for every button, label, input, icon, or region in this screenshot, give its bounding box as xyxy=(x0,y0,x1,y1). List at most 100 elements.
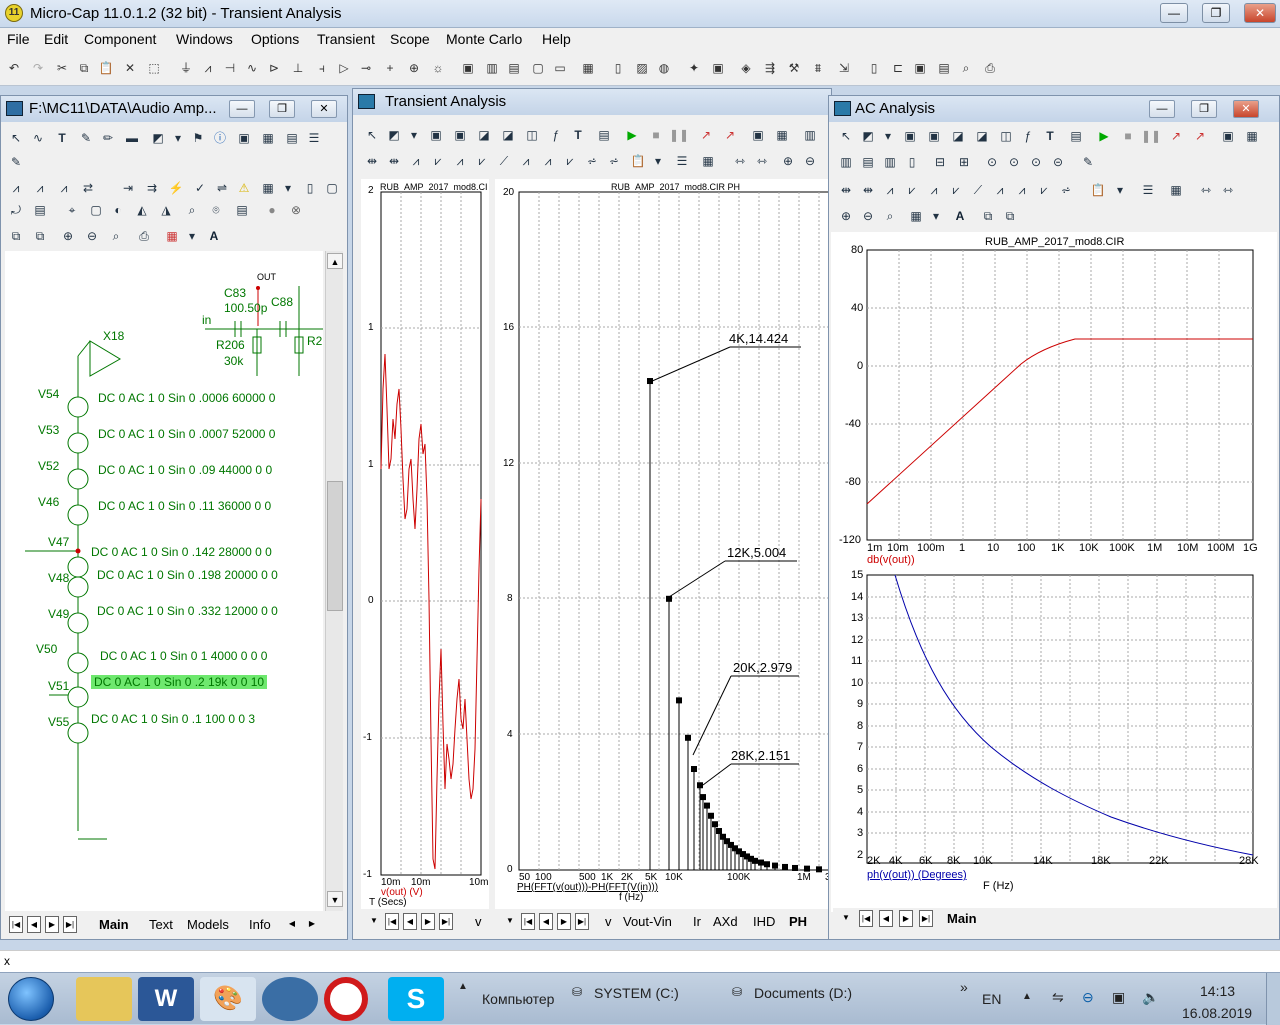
shape-editor-icon[interactable]: ◈ xyxy=(738,60,754,76)
graphics-dropdown-icon[interactable]: ▾ xyxy=(405,126,423,144)
ac-probe-icon[interactable]: ⊙ xyxy=(983,153,1001,171)
ac-font-icon[interactable]: A xyxy=(951,207,969,225)
source-value[interactable]: DC 0 AC 1 0 Sin 0 .0007 52000 0 xyxy=(98,427,275,441)
source-value[interactable]: DC 0 AC 1 0 Sin 0 .0006 60000 0 xyxy=(98,391,275,405)
ac-plot2-icon[interactable]: ◪ xyxy=(973,127,991,145)
binoculars-icon[interactable]: ⌾ xyxy=(207,201,225,219)
menu-help[interactable]: Help xyxy=(542,31,571,47)
list-icon[interactable]: ☰ xyxy=(305,129,323,147)
inductor-icon[interactable]: ∿ xyxy=(244,60,260,76)
ac-nav-first-icon[interactable]: |◀ xyxy=(859,910,873,927)
nav-first-icon-2[interactable]: |◀ xyxy=(521,913,535,930)
menu-component[interactable]: Component xyxy=(84,31,156,47)
scroll-up-button[interactable]: ▲ xyxy=(327,253,343,269)
tray-up-icon[interactable]: ▲ xyxy=(1022,991,1032,1002)
ac-dots-dropdown-icon[interactable]: ▾ xyxy=(927,207,945,225)
list-icon-2[interactable]: ☰ xyxy=(673,152,691,170)
menu-scope[interactable]: Scope xyxy=(390,31,430,47)
close-button[interactable]: ✕ xyxy=(1244,3,1276,23)
calculator-icon[interactable]: ▦ xyxy=(580,60,596,76)
menu-options[interactable]: Options xyxy=(251,31,299,47)
nav-prev-icon-2[interactable]: ◀ xyxy=(539,913,553,930)
condition-icon[interactable]: ⇥ xyxy=(119,179,137,197)
ac-cross-icon[interactable]: ⩫ xyxy=(1057,181,1075,199)
formula-icon[interactable]: ƒ xyxy=(547,126,565,144)
ac-dots-icon[interactable]: ▦ xyxy=(907,207,925,225)
node-icon[interactable]: + xyxy=(382,60,398,76)
tab-v-2[interactable]: v xyxy=(605,914,612,929)
ac-window-icon-2[interactable]: ▣ xyxy=(1219,127,1237,145)
diode-icon[interactable]: ⊳ xyxy=(266,60,282,76)
source-value[interactable]: DC 0 AC 1 0 Sin 0 .142 28000 0 0 xyxy=(91,545,272,559)
source-value[interactable]: DC 0 AC 1 0 Sin 0 .1 100 0 0 3 xyxy=(91,712,255,726)
zoom-in-icon-2[interactable]: ⊕ xyxy=(779,152,797,170)
taskbar-skype-icon[interactable]: S xyxy=(388,977,444,1021)
curve-icon[interactable]: ◫ xyxy=(523,126,541,144)
transistor-icon[interactable]: ⊥ xyxy=(290,60,306,76)
tab-main[interactable]: Main xyxy=(99,917,129,932)
source-v50[interactable] xyxy=(67,652,89,674)
print-icon-2[interactable]: ⎙ xyxy=(135,227,153,245)
chevron-right-icon[interactable]: » xyxy=(960,979,968,995)
window-icon-3[interactable]: ▣ xyxy=(749,126,767,144)
ac-scale-icon[interactable]: ▣ xyxy=(901,127,919,145)
monitor-icon[interactable]: ▣ xyxy=(1112,989,1125,1006)
ac-peak-icon[interactable]: ⩘ xyxy=(881,181,899,199)
ac-plus-icon[interactable]: ⊞ xyxy=(955,153,973,171)
tab-models[interactable]: Models xyxy=(187,917,229,932)
find-icon[interactable]: ⌕ xyxy=(183,201,201,219)
minimize-button[interactable]: — xyxy=(1160,3,1188,23)
step2-icon[interactable]: ↗ xyxy=(721,126,739,144)
zoom-fit-icon[interactable]: ⌕ xyxy=(107,227,125,245)
colors-dropdown-icon[interactable]: ▾ xyxy=(183,227,201,245)
step-icon[interactable]: ↗ xyxy=(697,126,715,144)
ac-slope-icon[interactable]: ⟋ xyxy=(969,181,987,199)
ac-zoom-in-icon[interactable]: ⊕ xyxy=(837,207,855,225)
bulb-icon[interactable]: ☼ xyxy=(430,60,446,76)
ac-paste-icon[interactable]: ⧉ xyxy=(1001,207,1019,225)
ac-clipboard-dropdown-icon[interactable]: ▾ xyxy=(1111,181,1129,199)
info-icon[interactable]: ⓘ xyxy=(211,129,229,147)
paste-down-icon[interactable]: ⧉ xyxy=(31,227,49,245)
ac-glow-icon[interactable]: ⩗ xyxy=(1035,181,1053,199)
taskbar-explorer-icon[interactable] xyxy=(76,977,132,1021)
zoom-out-icon-2[interactable]: ⊖ xyxy=(801,152,819,170)
window-icon[interactable]: ▢ xyxy=(530,60,546,76)
ac-step2-icon[interactable]: ↗ xyxy=(1191,127,1209,145)
page-icon-2[interactable]: ▯ xyxy=(301,179,319,197)
cursor-mode2-icon[interactable]: ⇹ xyxy=(385,152,403,170)
ac-grid-icon[interactable]: ▦ xyxy=(1243,127,1261,145)
ac-properties-icon[interactable]: ▤ xyxy=(1067,127,1085,145)
schematic-maximize-button[interactable]: ❐ xyxy=(269,100,295,118)
taskbar-word-icon[interactable]: W xyxy=(138,977,194,1021)
schematic-canvas[interactable]: OUT in C83 C88 100.50p R206 30k R2 X18 V… xyxy=(5,251,323,911)
flip-icon[interactable]: ◭ xyxy=(133,201,151,219)
nav-first-icon[interactable]: |◀ xyxy=(9,916,23,933)
select-arrow-icon[interactable]: ↖ xyxy=(7,129,25,147)
probe-icon[interactable]: ✦ xyxy=(686,60,702,76)
ac-zoom-out-icon[interactable]: ⊖ xyxy=(859,207,877,225)
ac-valley-icon[interactable]: ⩗ xyxy=(903,181,921,199)
paste-icon[interactable]: 📋 xyxy=(98,60,114,76)
ac-cursor2-icon[interactable]: ⇹ xyxy=(859,181,877,199)
ac-tab-main[interactable]: Main xyxy=(947,911,977,926)
colors-icon[interactable]: ▦ xyxy=(163,227,181,245)
ac-graphics-icon[interactable]: ◩ xyxy=(859,127,877,145)
currents-icon[interactable]: ⩘ xyxy=(55,179,73,197)
ac-step-icon[interactable]: ↗ xyxy=(1167,127,1185,145)
pause-icon[interactable]: ❚❚ xyxy=(669,126,689,144)
node-voltages-icon[interactable]: ⩘ xyxy=(31,179,49,197)
opamp-icon[interactable]: ▷ xyxy=(336,60,352,76)
cross2-icon[interactable]: ⩫ xyxy=(605,152,623,170)
fit-icon[interactable]: ⇿ xyxy=(731,152,749,170)
ac-ghigh-icon[interactable]: ⩘ xyxy=(1013,181,1031,199)
taskbar-computer[interactable]: Компьютер xyxy=(482,991,554,1007)
power-icon[interactable]: ⇄ xyxy=(79,179,97,197)
ac-clipboard-icon[interactable]: 📋 xyxy=(1089,181,1107,199)
global-low-icon[interactable]: ⩗ xyxy=(561,152,579,170)
copy-down-icon[interactable]: ⧉ xyxy=(7,227,25,245)
warning-icon[interactable]: ⚠ xyxy=(235,179,253,197)
pen-icon[interactable]: ✎ xyxy=(77,129,95,147)
ac-low-icon[interactable]: ⩗ xyxy=(947,181,965,199)
package-editor-icon[interactable]: ⇶ xyxy=(762,60,778,76)
